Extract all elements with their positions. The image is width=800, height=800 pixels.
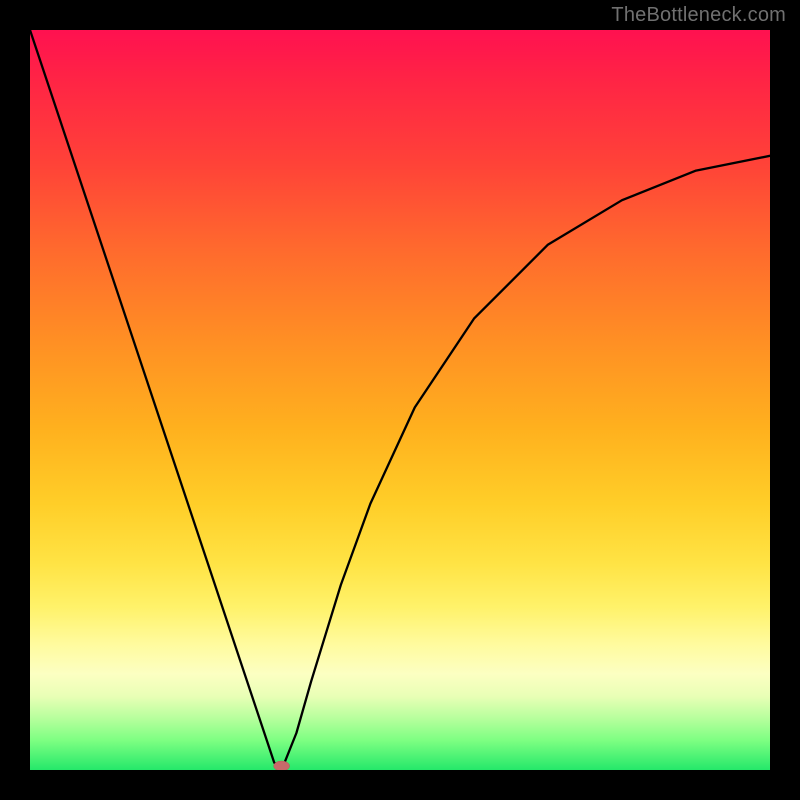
chart-frame: TheBottleneck.com [0, 0, 800, 800]
minimum-marker [274, 761, 290, 770]
watermark-label: TheBottleneck.com [611, 4, 786, 27]
plot-area [30, 30, 770, 770]
bottleneck-curve [30, 30, 770, 770]
curve-layer [30, 30, 770, 770]
